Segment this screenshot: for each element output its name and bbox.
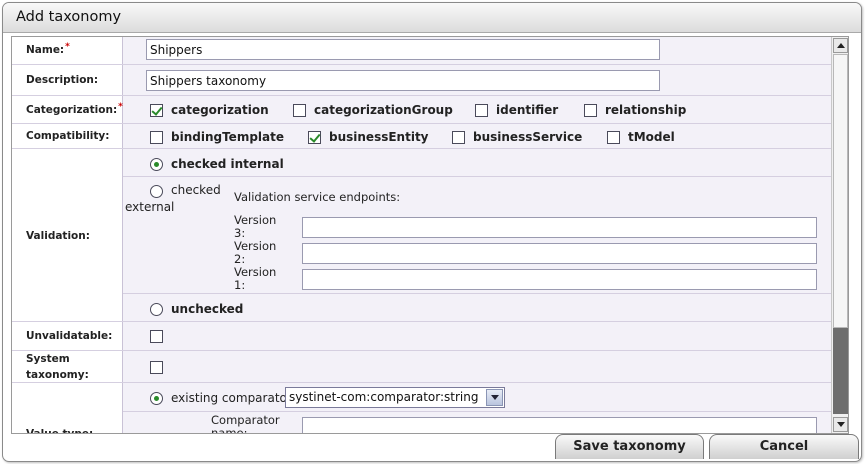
business-entity-checkbox[interactable]	[308, 131, 321, 144]
version-2-label: Version 2:	[234, 239, 277, 266]
categorization-option-label: categorization	[171, 103, 269, 117]
relationship-checkbox[interactable]	[584, 104, 597, 117]
column-divider	[122, 37, 123, 433]
row-divider	[12, 321, 831, 322]
scrollbar-lower-track[interactable]	[833, 328, 848, 414]
identifier-checkbox[interactable]	[475, 104, 488, 117]
row-divider	[12, 148, 831, 149]
row-divider	[12, 350, 831, 351]
required-marker: *	[65, 42, 70, 52]
business-entity-option-label: businessEntity	[329, 130, 429, 144]
sub-row-divider	[123, 411, 831, 412]
relationship-option-label: relationship	[605, 103, 687, 117]
business-service-option-label: businessService	[473, 130, 583, 144]
scroll-up-icon[interactable]	[833, 38, 848, 53]
form-scroll-pane[interactable]: Name:* Description: Categorization:* cat…	[11, 36, 849, 434]
scrollbar-thumb[interactable]	[833, 54, 848, 328]
unchecked-label: unchecked	[171, 302, 244, 316]
checked-external-label-line2: external	[125, 200, 175, 214]
value-type-label: Value type:	[26, 428, 94, 434]
dialog-title: Add taxonomy	[16, 9, 122, 25]
row-divider	[12, 64, 831, 65]
description-label: Description:	[26, 74, 99, 86]
checked-external-radio[interactable]	[150, 185, 163, 198]
scrollbar-track[interactable]	[833, 54, 848, 414]
comparator-name-label: Comparator name:	[211, 413, 280, 434]
version-1-endpoint-input[interactable]	[302, 269, 817, 290]
binding-template-checkbox[interactable]	[150, 131, 163, 144]
compatibility-label: Compatibility:	[26, 130, 110, 142]
version-2-endpoint-input[interactable]	[302, 243, 817, 264]
sub-row-divider	[123, 293, 831, 294]
version-1-label: Version 1:	[234, 265, 277, 292]
comparator-select[interactable]: systinet-com:comparator:string	[285, 387, 505, 408]
checked-external-label-line1: checked	[171, 183, 221, 197]
categorization-label: Categorization:*	[26, 102, 123, 116]
unvalidatable-label: Unvalidatable:	[26, 330, 113, 342]
dialog-titlebar: Add taxonomy	[3, 3, 861, 33]
identifier-option-label: identifier	[496, 103, 559, 117]
name-input[interactable]	[146, 39, 660, 60]
version-3-endpoint-input[interactable]	[302, 217, 817, 238]
system-taxonomy-label: System taxonomy:	[26, 353, 89, 381]
checked-internal-radio[interactable]	[150, 158, 163, 171]
validation-endpoints-label: Validation service endpoints:	[234, 190, 401, 204]
add-taxonomy-dialog: Add taxonomy Name:* Description: Categor…	[2, 2, 862, 462]
save-taxonomy-button[interactable]: Save taxonomy	[555, 434, 704, 459]
categorization-checkbox[interactable]	[150, 104, 163, 117]
existing-comparator-radio[interactable]	[150, 392, 163, 405]
cancel-button[interactable]: Cancel	[709, 434, 859, 459]
business-service-checkbox[interactable]	[452, 131, 465, 144]
sub-row-divider	[123, 176, 831, 177]
row-divider	[12, 382, 831, 383]
categorization-group-checkbox[interactable]	[293, 104, 306, 117]
unchecked-radio[interactable]	[150, 303, 163, 316]
scroll-down-icon[interactable]	[833, 417, 848, 432]
row-divider	[12, 95, 831, 96]
unvalidatable-checkbox[interactable]	[150, 330, 163, 343]
required-marker: *	[118, 102, 123, 112]
tmodel-checkbox[interactable]	[607, 131, 620, 144]
categorization-group-option-label: categorizationGroup	[314, 103, 453, 117]
existing-comparator-label: existing comparator	[171, 391, 292, 405]
checked-internal-label: checked internal	[171, 157, 284, 171]
comparator-selected-value: systinet-com:comparator:string	[289, 390, 479, 404]
binding-template-option-label: bindingTemplate	[171, 130, 284, 144]
row-divider	[12, 123, 831, 124]
comparator-name-input[interactable]	[302, 417, 817, 433]
version-3-label: Version 3:	[234, 213, 277, 240]
chevron-down-icon[interactable]	[486, 389, 503, 406]
system-taxonomy-checkbox[interactable]	[150, 361, 163, 374]
description-input[interactable]	[146, 70, 660, 91]
validation-label: Validation:	[26, 230, 90, 242]
vertical-scrollbar[interactable]	[831, 37, 848, 433]
tmodel-option-label: tModel	[628, 130, 675, 144]
name-label: Name:*	[26, 42, 70, 56]
